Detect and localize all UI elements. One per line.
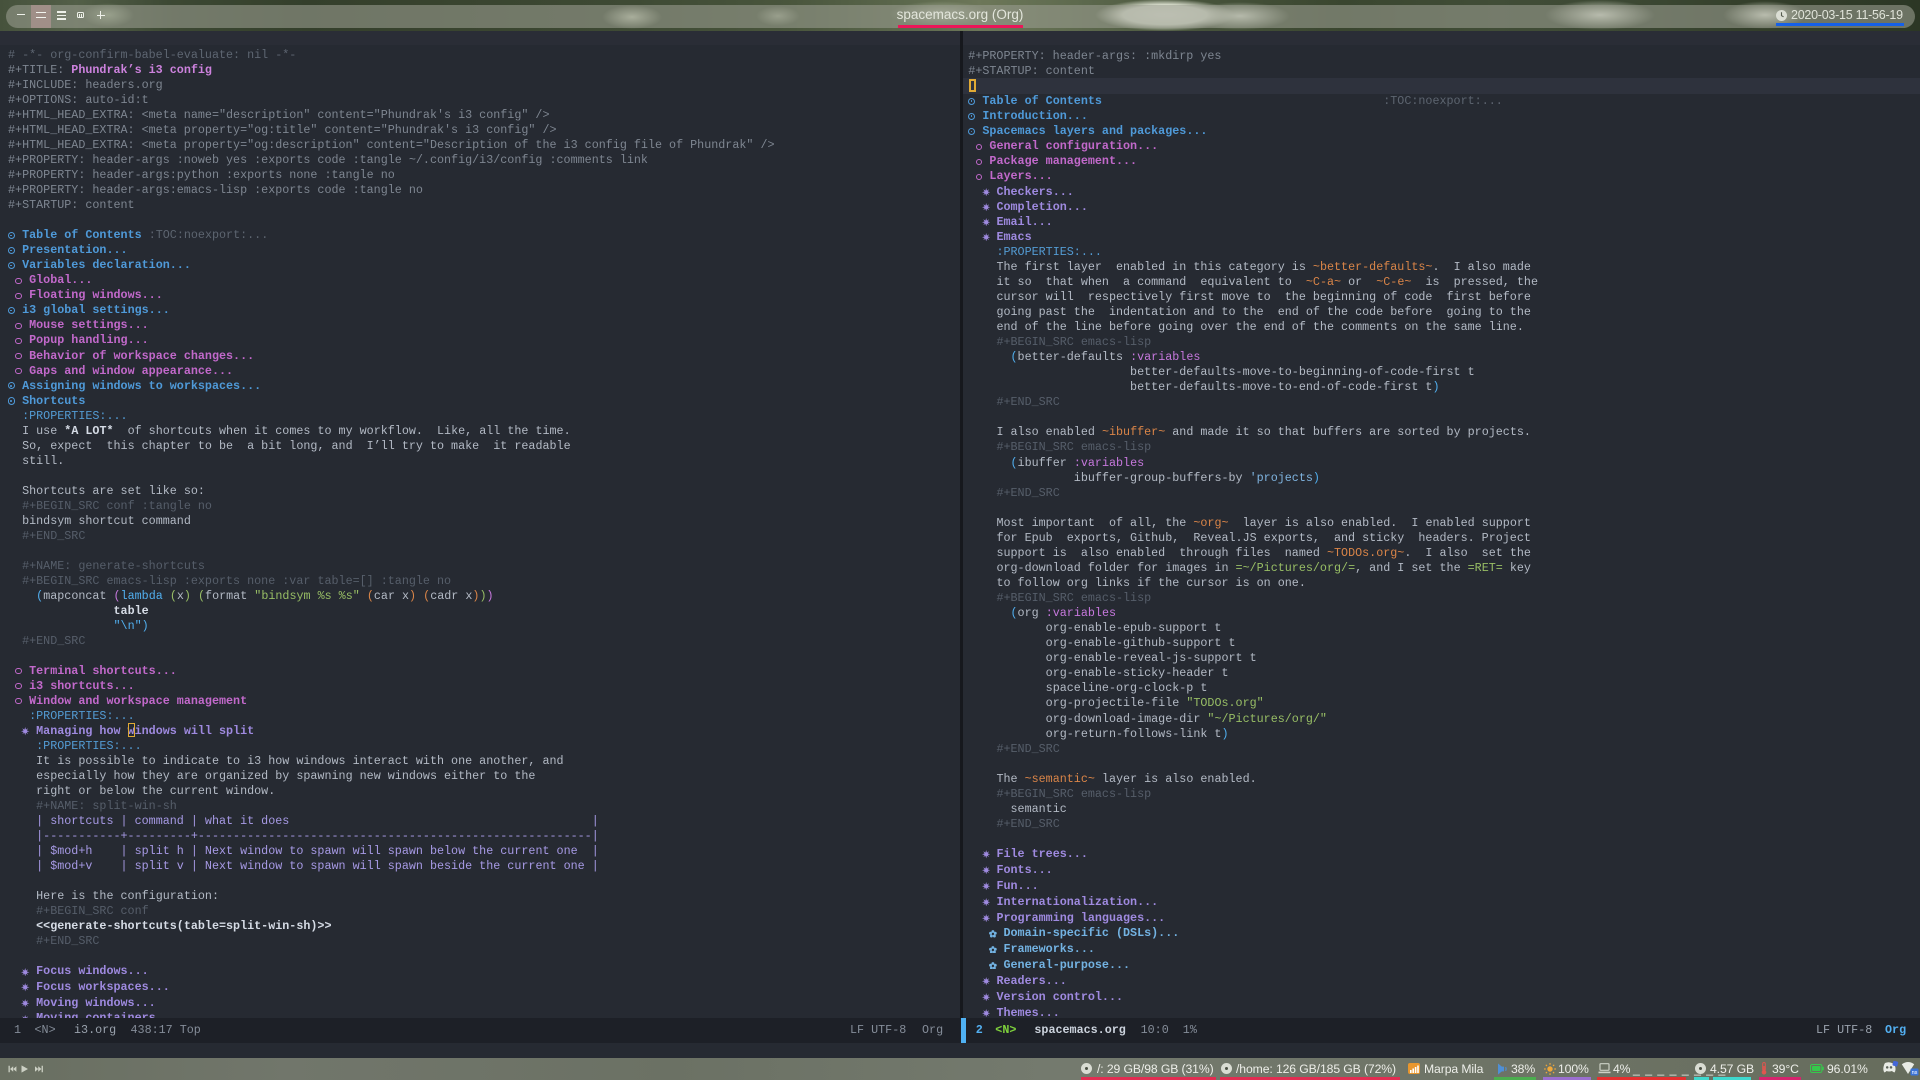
svg-text:ns: ns [1912, 1070, 1918, 1076]
